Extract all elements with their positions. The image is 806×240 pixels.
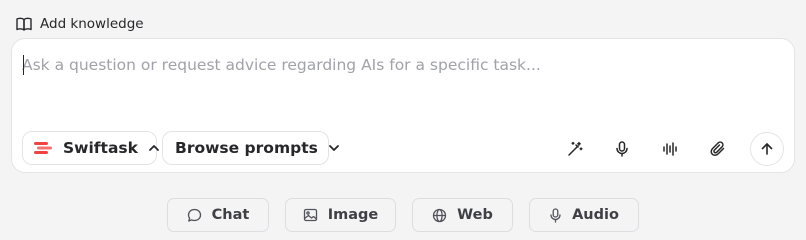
prompt-input[interactable] (22, 51, 762, 79)
mode-chat-label: Chat (211, 207, 250, 223)
text-caret (23, 55, 24, 75)
microphone-icon[interactable] (611, 139, 633, 159)
add-knowledge-label: Add knowledge (40, 16, 144, 32)
audio-waveform-icon[interactable] (659, 139, 681, 159)
send-button[interactable] (750, 132, 784, 166)
mode-chat-button[interactable]: Chat (167, 198, 269, 232)
mode-image-label: Image (327, 207, 379, 223)
chat-bubble-icon (187, 208, 202, 223)
image-icon (303, 208, 318, 222)
mode-audio-button[interactable]: Audio (529, 198, 639, 232)
magic-wand-icon[interactable] (564, 139, 586, 159)
mode-audio-label: Audio (572, 207, 619, 223)
mode-image-button[interactable]: Image (285, 198, 396, 232)
paperclip-icon[interactable] (707, 139, 729, 159)
browse-prompts-label: Browse prompts (175, 139, 318, 157)
swiftask-logo-icon (33, 140, 53, 156)
mode-web-button[interactable]: Web (412, 198, 513, 232)
chevron-down-icon (328, 144, 340, 152)
model-selector-button[interactable]: Swiftask (22, 131, 160, 165)
browse-prompts-button[interactable]: Browse prompts (162, 131, 339, 165)
microphone-icon (549, 207, 562, 223)
mode-web-label: Web (457, 207, 493, 223)
arrow-up-icon (760, 142, 774, 156)
add-knowledge-button[interactable]: Add knowledge (16, 14, 144, 34)
chevron-up-icon (148, 144, 160, 152)
book-open-icon (16, 17, 32, 31)
globe-icon (432, 208, 447, 223)
model-selector-label: Swiftask (63, 139, 138, 157)
prompt-composer: Swiftask Browse prompts (11, 38, 795, 173)
